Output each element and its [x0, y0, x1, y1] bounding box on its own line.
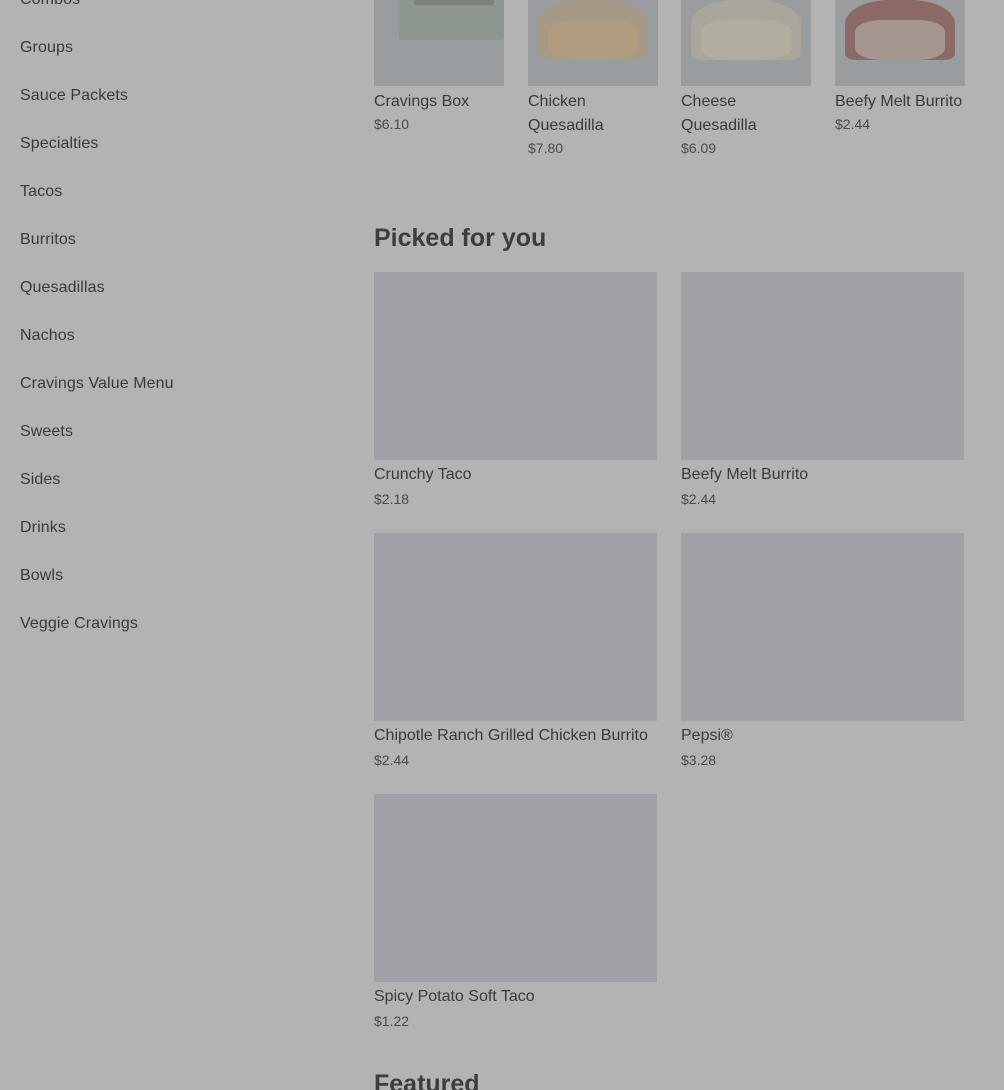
item-price: $7.80 — [528, 140, 564, 156]
item-price: $6.10 — [374, 116, 410, 132]
item-price: $2.44 — [374, 752, 410, 768]
item-name: Chipotle Ranch Grilled Chicken Burrito — [374, 727, 648, 744]
sidebar-item-specialties[interactable]: Specialties — [20, 120, 320, 168]
item-image-placeholder — [374, 794, 657, 982]
sidebar-item-groups[interactable]: Groups — [20, 24, 320, 72]
item-name: Crunchy Taco — [374, 466, 472, 483]
item-price: $2.44 — [835, 116, 871, 132]
sidebar-item-burritos[interactable]: Burritos — [20, 216, 320, 264]
item-name: Cheese Quesadilla — [681, 93, 757, 134]
picked-item-card[interactable]: Beefy Melt Burrito $2.44 — [681, 272, 964, 508]
item-image-placeholder — [374, 272, 657, 460]
sidebar-item-sauce-packets[interactable]: Sauce Packets — [20, 72, 320, 120]
item-name: Beefy Melt Burrito — [835, 93, 963, 110]
sidebar-item-tacos[interactable]: Tacos — [20, 168, 320, 216]
featured-title: Featured — [374, 1070, 480, 1090]
sidebar-item-veggie-cravings[interactable]: Veggie Cravings — [20, 600, 320, 648]
item-name: Cravings Box — [374, 93, 470, 110]
menu-page: Combos Groups Sauce Packets Specialties … — [0, 0, 1004, 1090]
item-name: Beefy Melt Burrito — [681, 466, 809, 483]
top-items-row: Cravings Box $6.10 Chicken Quesadilla $7… — [374, 0, 965, 180]
item-image-placeholder — [681, 272, 964, 460]
sidebar-item-combos[interactable]: Combos — [20, 0, 320, 24]
item-price: $2.44 — [681, 491, 717, 507]
item-image-placeholder — [681, 533, 964, 721]
item-name: Chicken Quesadilla — [528, 93, 604, 134]
item-name: Pepsi® — [681, 727, 733, 744]
item-price: $1.22 — [374, 1013, 410, 1029]
picked-item-card[interactable]: Chipotle Ranch Grilled Chicken Burrito $… — [374, 533, 657, 769]
sidebar-item-drinks[interactable]: Drinks — [20, 504, 320, 552]
item-price: $6.09 — [681, 140, 717, 156]
picked-item-card[interactable]: Spicy Potato Soft Taco $1.22 — [374, 794, 657, 1030]
picked-item-card[interactable]: Pepsi® $3.28 — [681, 533, 964, 769]
sidebar-item-sweets[interactable]: Sweets — [20, 408, 320, 456]
item-image — [835, 0, 965, 86]
item-price: $2.18 — [374, 491, 410, 507]
category-sidebar: Combos Groups Sauce Packets Specialties … — [20, 0, 320, 648]
sidebar-item-sides[interactable]: Sides — [20, 456, 320, 504]
item-image — [681, 0, 811, 86]
item-image — [374, 0, 504, 86]
sidebar-item-nachos[interactable]: Nachos — [20, 312, 320, 360]
item-image-placeholder — [374, 533, 657, 721]
item-price: $3.28 — [681, 752, 717, 768]
sidebar-item-quesadillas[interactable]: Quesadillas — [20, 264, 320, 312]
sidebar-item-cravings-value-menu[interactable]: Cravings Value Menu — [20, 360, 320, 408]
picked-item-card[interactable]: Crunchy Taco $2.18 — [374, 272, 657, 508]
sidebar-item-bowls[interactable]: Bowls — [20, 552, 320, 600]
picked-for-you-title: Picked for you — [374, 224, 547, 252]
item-name: Spicy Potato Soft Taco — [374, 988, 535, 1005]
item-image — [528, 0, 658, 86]
